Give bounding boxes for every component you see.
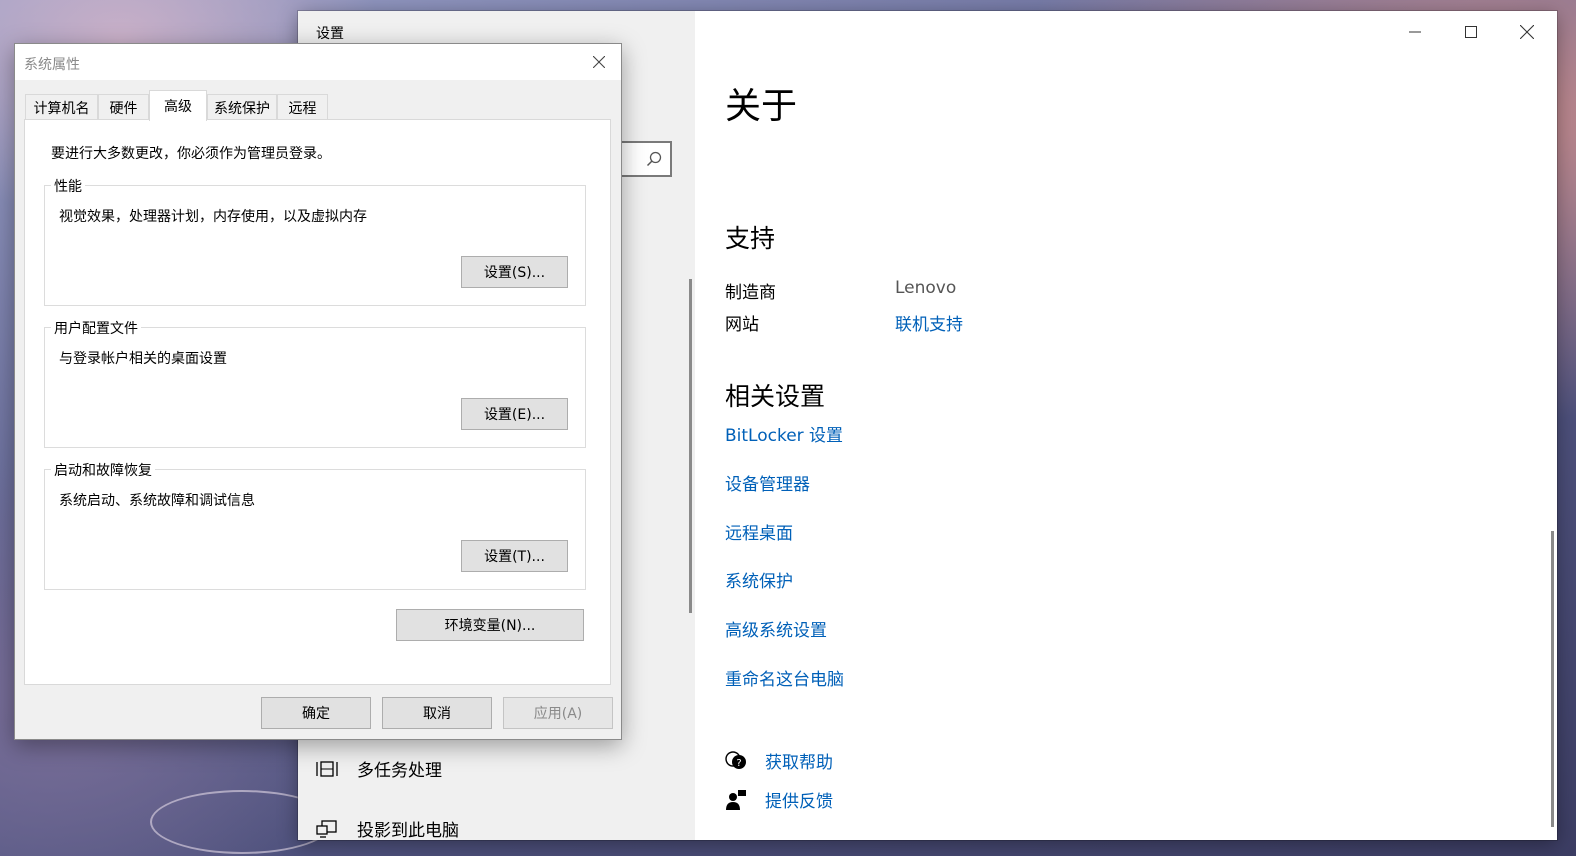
startup-recovery-settings-button[interactable]: 设置(T)... [461, 540, 568, 572]
startup-recovery-group: 启动和故障恢复 系统启动、系统故障和调试信息 设置(T)... [44, 460, 586, 590]
feedback-link[interactable]: 提供反馈 [765, 787, 833, 812]
advanced-system-settings-link[interactable]: 高级系统设置 [725, 616, 827, 641]
performance-desc: 视觉效果，处理器计划，内存使用，以及虚拟内存 [59, 209, 367, 225]
startup-recovery-desc: 系统启动、系统故障和调试信息 [59, 493, 255, 509]
settings-app-title: 设置 [316, 26, 344, 42]
help-chat-icon: ? [725, 750, 746, 769]
remote-desktop-link[interactable]: 远程桌面 [725, 519, 793, 544]
website-label: 网站 [725, 315, 759, 335]
manufacturer-label: 制造商 [725, 283, 776, 303]
startup-recovery-legend: 启动和故障恢复 [51, 460, 155, 480]
performance-group: 性能 视觉效果，处理器计划，内存使用，以及虚拟内存 设置(S)... [44, 176, 586, 306]
rename-pc-link[interactable]: 重命名这台电脑 [725, 665, 844, 690]
advanced-tab-panel: 要进行大多数更改，你必须作为管理员登录。 性能 视觉效果，处理器计划，内存使用，… [24, 119, 611, 685]
admin-notice: 要进行大多数更改，你必须作为管理员登录。 [51, 146, 331, 162]
tab-computer-name[interactable]: 计算机名 [25, 94, 98, 120]
user-profiles-desc: 与登录帐户相关的桌面设置 [59, 351, 227, 367]
close-icon [593, 56, 605, 68]
multitasking-icon [316, 760, 338, 777]
online-support-link[interactable]: 联机支持 [895, 310, 963, 335]
dialog-title: 系统属性 [24, 57, 80, 73]
sidebar-item-projecting[interactable]: 投影到此电脑 [316, 816, 459, 840]
close-icon [1520, 25, 1534, 39]
minimize-icon [1409, 31, 1421, 33]
apply-button[interactable]: 应用(A) [503, 697, 613, 729]
sidebar-item-label: 多任务处理 [357, 761, 442, 781]
related-settings-heading: 相关设置 [725, 382, 826, 411]
cancel-button[interactable]: 取消 [382, 697, 492, 729]
ok-button[interactable]: 确定 [261, 697, 371, 729]
tab-advanced[interactable]: 高级 [149, 90, 207, 121]
get-help-row[interactable]: ? 获取帮助 [725, 748, 833, 773]
svg-text:?: ? [736, 758, 741, 769]
user-profiles-group: 用户配置文件 与登录帐户相关的桌面设置 设置(E)... [44, 318, 586, 448]
page-title: 关于 [725, 86, 798, 127]
sidebar-item-multitasking[interactable]: 多任务处理 [316, 756, 442, 781]
maximize-button[interactable] [1443, 17, 1499, 47]
tab-hardware[interactable]: 硬件 [98, 94, 149, 120]
get-help-link[interactable]: 获取帮助 [765, 748, 833, 773]
performance-legend: 性能 [51, 176, 85, 196]
close-button[interactable] [1499, 17, 1555, 47]
system-properties-dialog: 系统属性 计算机名 硬件 高级 系统保护 远程 要进行大多数更改，你必须作为管理… [14, 43, 622, 740]
support-heading: 支持 [725, 224, 776, 253]
minimize-button[interactable] [1387, 17, 1443, 47]
environment-variables-button[interactable]: 环境变量(N)... [396, 609, 584, 641]
search-icon [646, 151, 662, 167]
settings-content: 关于 支持 制造商 Lenovo 网站 联机支持 相关设置 BitLocker … [695, 11, 1557, 840]
tab-system-protection[interactable]: 系统保护 [207, 94, 277, 120]
tab-remote[interactable]: 远程 [277, 94, 328, 120]
manufacturer-value: Lenovo [895, 278, 957, 298]
bitlocker-settings-link[interactable]: BitLocker 设置 [725, 421, 843, 446]
user-profiles-legend: 用户配置文件 [51, 318, 141, 338]
maximize-icon [1465, 26, 1477, 38]
system-protection-link[interactable]: 系统保护 [725, 567, 793, 592]
dialog-close-button[interactable] [585, 50, 613, 74]
project-to-pc-icon [316, 819, 337, 838]
feedback-icon [726, 789, 746, 810]
feedback-row[interactable]: 提供反馈 [725, 787, 833, 812]
sidebar-scrollbar[interactable] [689, 279, 692, 613]
content-scrollbar[interactable] [1551, 531, 1554, 827]
performance-settings-button[interactable]: 设置(S)... [461, 256, 568, 288]
device-manager-link[interactable]: 设备管理器 [725, 470, 810, 495]
search-input[interactable] [620, 141, 672, 177]
user-profiles-settings-button[interactable]: 设置(E)... [461, 398, 568, 430]
sidebar-item-label: 投影到此电脑 [357, 821, 459, 840]
dialog-titlebar[interactable]: 系统属性 [15, 44, 621, 80]
